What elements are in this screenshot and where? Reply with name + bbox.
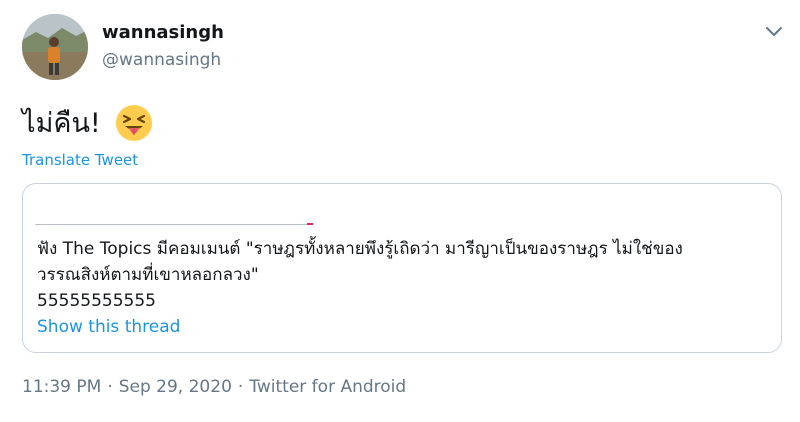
- quoted-line-2: วรรณสิงห์ตามที่เขาหลอกลวง": [37, 265, 259, 285]
- tweet-source[interactable]: Twitter for Android: [249, 377, 406, 397]
- tweet-time[interactable]: 11:39 PM: [22, 377, 101, 397]
- show-thread-link[interactable]: Show this thread: [37, 317, 180, 337]
- quoted-line-3: 55555555555: [37, 291, 156, 311]
- avatar[interactable]: [22, 14, 88, 80]
- separator: ·: [107, 377, 113, 397]
- quoted-line-1: ฟัง The Topics มีคอมเมนต์ "ราษฎรทั้งหลาย…: [37, 239, 683, 259]
- tweet-text: ไม่คืน!: [22, 108, 101, 139]
- chevron-down-icon[interactable]: [764, 24, 784, 40]
- author-handle[interactable]: @wannasingh: [102, 50, 221, 70]
- tweet-date[interactable]: Sep 29, 2020: [119, 377, 232, 397]
- quoted-tweet-text: ฟัง The Topics มีคอมเมนต์ "ราษฎรทั้งหลาย…: [37, 236, 767, 314]
- quoted-tweet[interactable]: ฟัง The Topics มีคอมเมนต์ "ราษฎรทั้งหลาย…: [22, 183, 782, 353]
- translate-tweet-link[interactable]: Translate Tweet: [22, 151, 138, 169]
- tweet-body: ไม่คืน!: [22, 101, 153, 144]
- author-display-name[interactable]: wannasingh: [102, 22, 224, 43]
- squinting-face-with-tongue-icon: [115, 104, 153, 142]
- tweet-card: wannasingh @wannasingh ไม่คืน! Translate…: [0, 0, 800, 422]
- tweet-metadata: 11:39 PM · Sep 29, 2020 · Twitter for Androi…: [22, 377, 406, 397]
- quoted-media-edge: [35, 223, 313, 225]
- separator: ·: [237, 377, 244, 397]
